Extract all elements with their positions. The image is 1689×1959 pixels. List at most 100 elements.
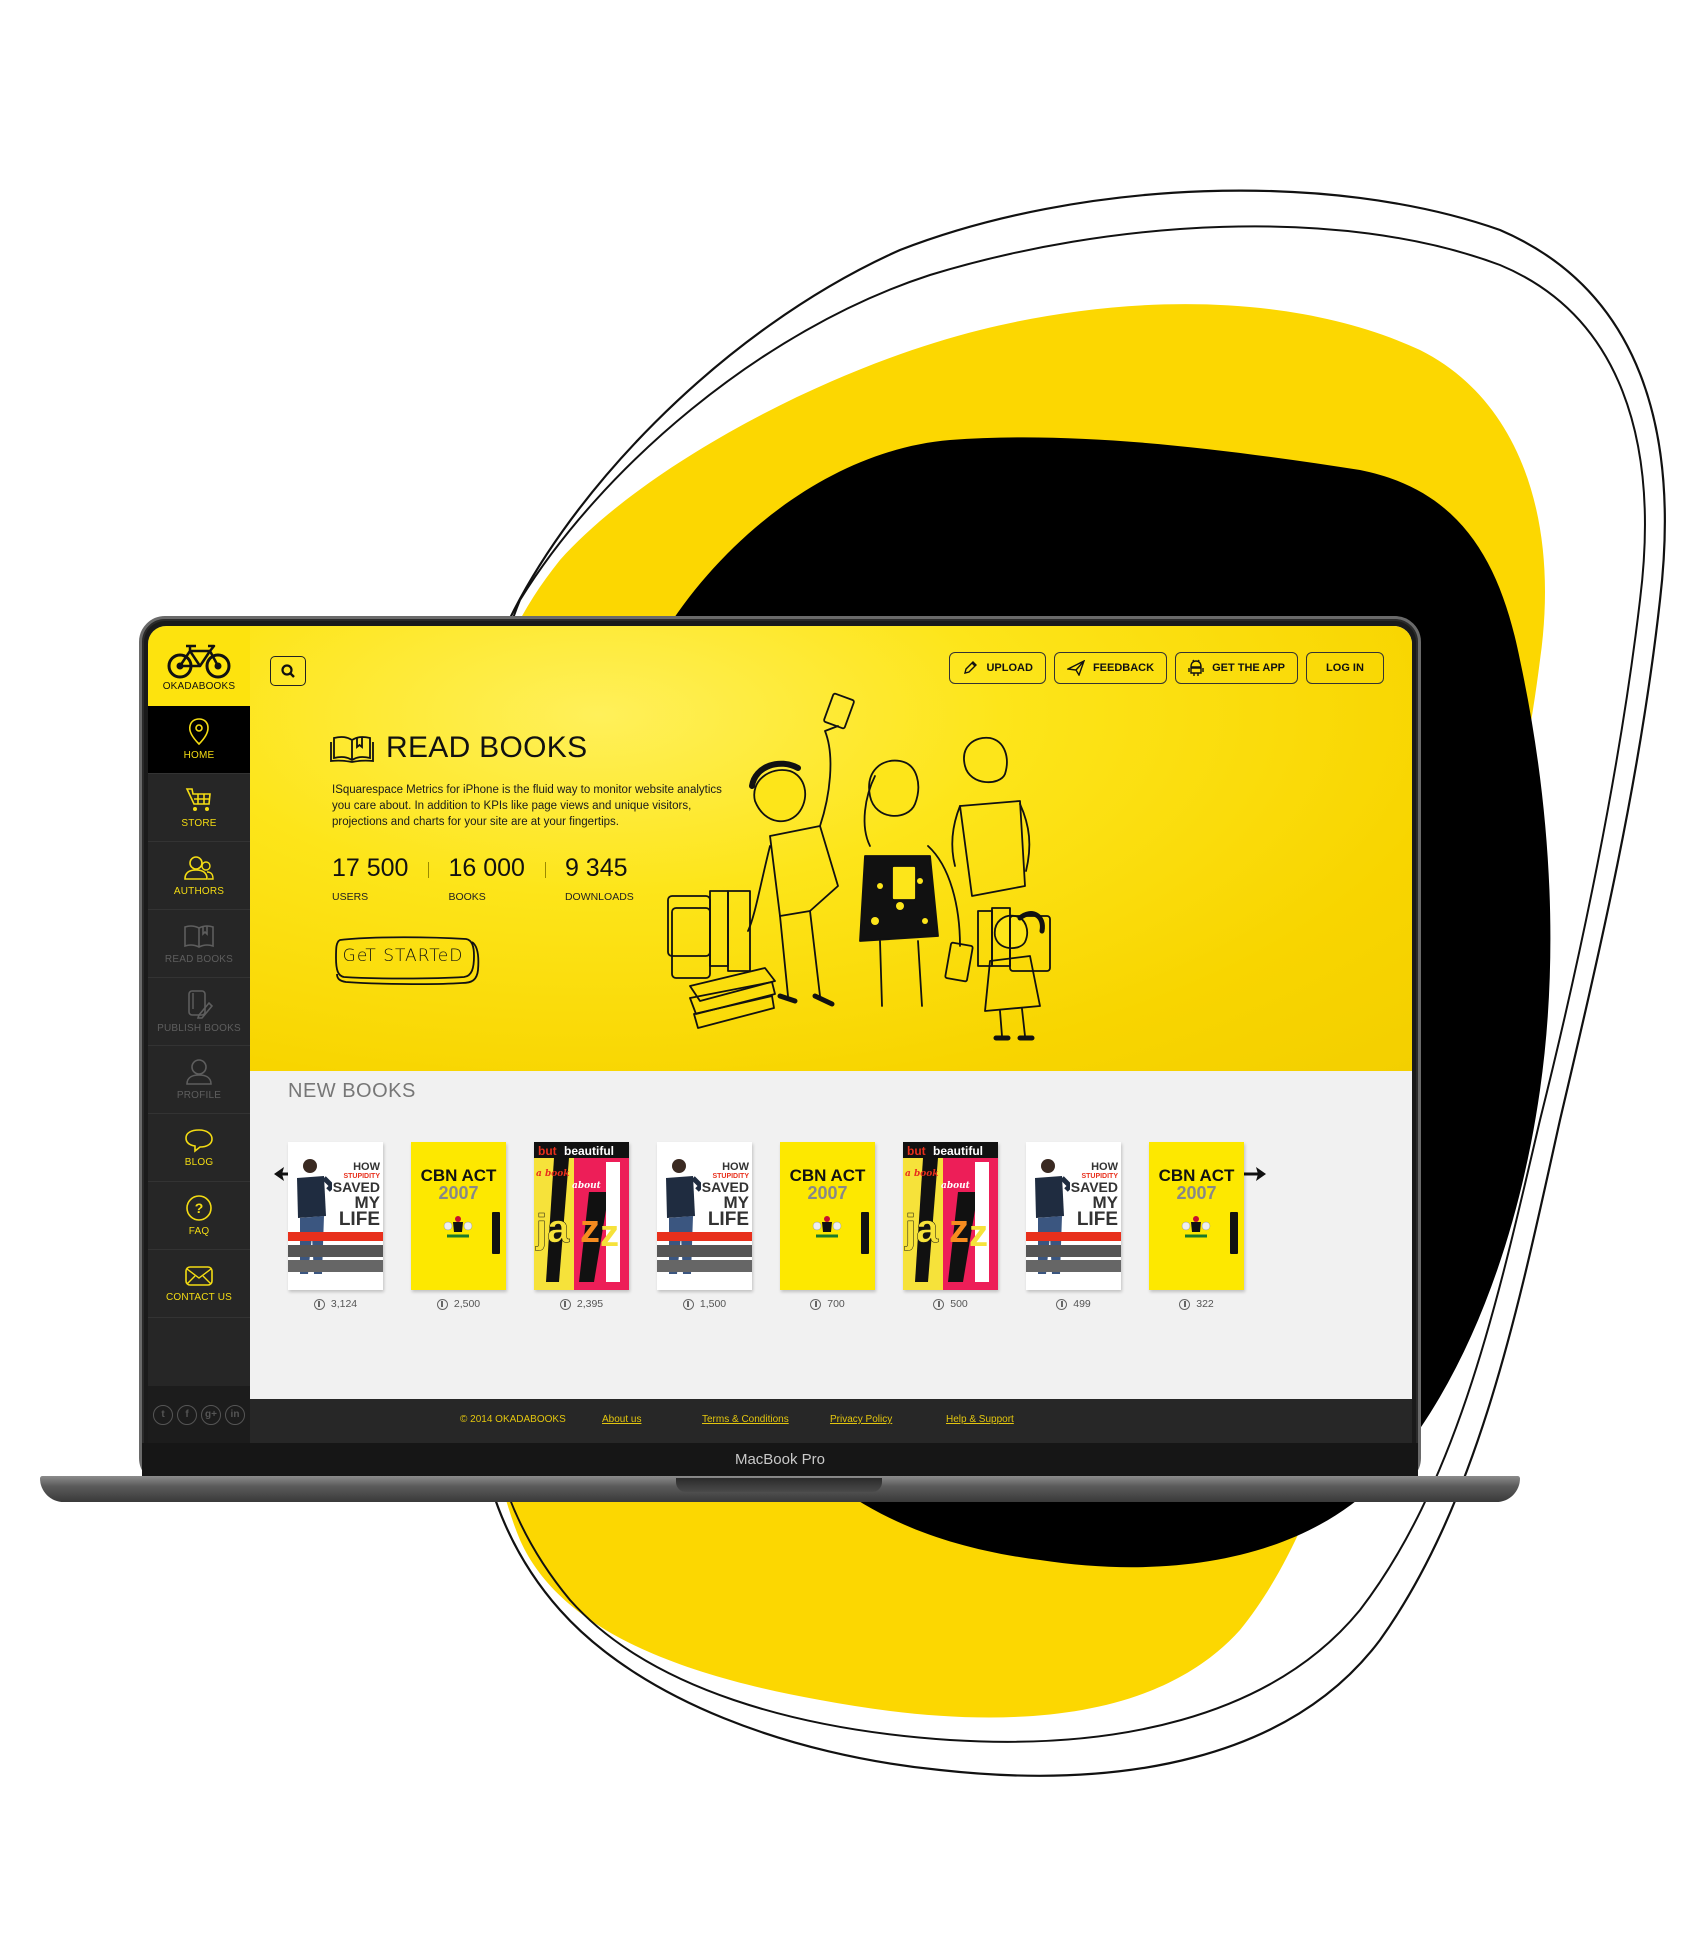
- sidebar-item-blog[interactable]: BLOG: [148, 1114, 250, 1182]
- bicycle-icon: [167, 644, 231, 678]
- footer-link-about[interactable]: About us: [602, 1414, 641, 1425]
- login-button[interactable]: LOG IN: [1306, 652, 1384, 684]
- jazz-cover-art: but beautiful a bookabout ja z z: [903, 1142, 998, 1290]
- user-icon: [186, 1059, 212, 1085]
- get-the-app-label: GET THE APP: [1212, 662, 1285, 674]
- cover-text: SAVED: [701, 1179, 749, 1195]
- sidebar-item-label: READ BOOKS: [164, 954, 234, 965]
- sidebar-item-label: HOME: [183, 750, 215, 761]
- cover-text: SAVED: [1070, 1179, 1118, 1195]
- download-count-value: 2,500: [453, 1298, 481, 1310]
- sidebar-item-label: FAQ: [188, 1226, 210, 1237]
- download-count: 700: [810, 1298, 845, 1310]
- social-links: t f g+ in: [148, 1386, 250, 1443]
- google-plus-icon[interactable]: g+: [201, 1404, 221, 1425]
- download-count-value: 322: [1196, 1298, 1214, 1310]
- download-count: 2,500: [436, 1298, 481, 1310]
- download-count-value: 500: [950, 1298, 968, 1310]
- twitter-icon[interactable]: t: [153, 1404, 173, 1425]
- device-label: MacBook Pro: [734, 1451, 826, 1468]
- cover-text: 2007: [438, 1183, 479, 1203]
- footer: © 2014 OKADABOOKS About us Terms & Condi…: [250, 1399, 1412, 1443]
- new-books-title: NEW BOOKS: [288, 1080, 416, 1102]
- sidebar-item-publish-books[interactable]: PUBLISH BOOKS: [148, 978, 250, 1046]
- coat-of-arms-icon: [1181, 1216, 1211, 1238]
- sidebar-item-label: AUTHORS: [173, 886, 225, 897]
- book-cover[interactable]: but beautiful a book about ja z z: [903, 1142, 998, 1290]
- sidebar-item-home[interactable]: HOME: [148, 706, 250, 774]
- book-cover[interactable]: CBN ACT 2007: [411, 1142, 506, 1290]
- carousel-next-arrow[interactable]: [1240, 1164, 1270, 1184]
- upload-button[interactable]: UPLOAD: [949, 652, 1046, 684]
- cover-text: 2007: [1176, 1183, 1217, 1203]
- footer-link-terms[interactable]: Terms & Conditions: [702, 1414, 789, 1425]
- download-icon: [810, 1298, 822, 1310]
- search-button[interactable]: [270, 656, 306, 686]
- laptop-screen: OKADABOOKS HOME STORE AUTHORS READ BOOKS…: [148, 626, 1412, 1443]
- book-card[interactable]: HOW STUPIDITY SAVED MY LIFE 3,124: [288, 1142, 383, 1310]
- login-label: LOG IN: [1326, 662, 1364, 674]
- book-card[interactable]: but beautiful a book about ja z z 2,395: [534, 1142, 629, 1310]
- book-cover[interactable]: HOW STUPIDITY SAVED MY LIFE: [288, 1142, 383, 1290]
- book-card[interactable]: HOW STUPIDITY SAVED MY LIFE 1,500: [657, 1142, 752, 1310]
- download-icon: [313, 1298, 325, 1310]
- book-cover[interactable]: but beautiful a book about ja z z: [534, 1142, 629, 1290]
- sidebar-item-read-books[interactable]: READ BOOKS: [148, 910, 250, 978]
- download-icon: [682, 1298, 694, 1310]
- svg-text:ja: ja: [904, 1207, 939, 1251]
- sidebar-item-label: PROFILE: [176, 1090, 222, 1101]
- cover-text: HOW: [353, 1161, 380, 1173]
- book-card[interactable]: CBN ACT 2007 700: [780, 1142, 875, 1310]
- download-count: 2,395: [559, 1298, 604, 1310]
- android-icon: [1188, 659, 1204, 676]
- download-icon: [436, 1298, 448, 1310]
- svg-text:z: z: [580, 1207, 600, 1251]
- paper-plane-icon: [1066, 660, 1085, 676]
- facebook-icon[interactable]: f: [177, 1404, 197, 1425]
- download-icon: [1179, 1298, 1191, 1310]
- download-count: 500: [933, 1298, 968, 1310]
- book-cover[interactable]: CBN ACT 2007: [780, 1142, 875, 1290]
- upload-label: UPLOAD: [986, 662, 1033, 674]
- hero-title: READ BOOKS: [330, 731, 587, 765]
- header-actions: UPLOAD FEEDBACK GET THE APP LOG IN: [949, 652, 1384, 684]
- book-card[interactable]: but beautiful a book about ja z z 500: [903, 1142, 998, 1310]
- feedback-button[interactable]: FEEDBACK: [1053, 652, 1168, 684]
- download-count: 3,124: [313, 1298, 357, 1310]
- footer-link-privacy[interactable]: Privacy Policy: [830, 1414, 892, 1425]
- book-cover[interactable]: CBN ACT 2007: [1149, 1142, 1244, 1290]
- download-count: 499: [1056, 1298, 1091, 1310]
- svg-text:ja: ja: [535, 1207, 570, 1251]
- linkedin-icon[interactable]: in: [225, 1404, 245, 1425]
- svg-text:about: about: [572, 1181, 602, 1191]
- footer-link-help[interactable]: Help & Support: [946, 1414, 1014, 1425]
- sidebar-item-faq[interactable]: ? FAQ: [148, 1182, 250, 1250]
- cover-text: HOW: [722, 1161, 749, 1173]
- stat-value: 17 500: [332, 854, 409, 882]
- logo[interactable]: OKADABOOKS: [148, 626, 250, 706]
- book-cover[interactable]: HOW STUPIDITY SAVED MY LIFE: [1026, 1142, 1121, 1290]
- sidebar-item-label: PUBLISH BOOKS: [157, 1023, 241, 1034]
- book-card[interactable]: CBN ACT 2007 322: [1149, 1142, 1244, 1310]
- cart-icon: [185, 788, 211, 811]
- speech-bubble-icon: [185, 1129, 213, 1153]
- svg-text:but: but: [538, 1144, 557, 1158]
- download-icon: [559, 1298, 571, 1310]
- cover-text: SAVED: [332, 1179, 380, 1195]
- book-cover[interactable]: HOW STUPIDITY SAVED MY LIFE: [657, 1142, 752, 1290]
- get-started-button[interactable]: GeT STARTeD: [334, 934, 480, 986]
- sidebar-item-label: STORE: [181, 818, 217, 829]
- stat-label: USERS: [332, 891, 369, 903]
- sidebar-item-store[interactable]: STORE: [148, 774, 250, 842]
- get-the-app-button[interactable]: GET THE APP: [1175, 652, 1298, 684]
- family-reading-illustration: [667, 692, 1051, 1041]
- sidebar-item-authors[interactable]: AUTHORS: [148, 842, 250, 910]
- sidebar-item-contact-us[interactable]: CONTACT US: [148, 1250, 250, 1318]
- book-card[interactable]: HOW STUPIDITY SAVED MY LIFE 499: [1026, 1142, 1121, 1310]
- svg-text:z: z: [949, 1207, 969, 1251]
- download-count-value: 2,395: [576, 1298, 604, 1310]
- stat-books: 16 000 BOOKS: [428, 854, 525, 903]
- book-card[interactable]: CBN ACT 2007 2,500: [411, 1142, 506, 1310]
- sidebar-item-profile[interactable]: PROFILE: [148, 1046, 250, 1114]
- svg-text:a book: a book: [536, 1169, 570, 1179]
